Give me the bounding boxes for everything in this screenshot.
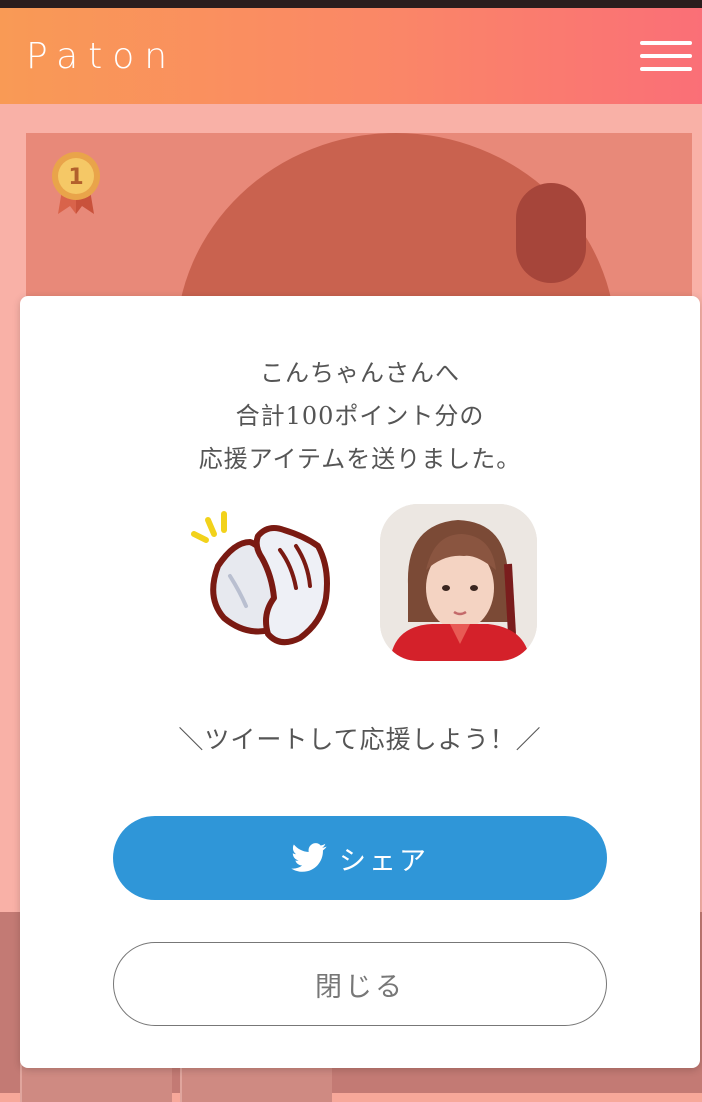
status-strip: [0, 0, 702, 8]
recipient-avatar: [380, 504, 537, 661]
item-thumbnail[interactable]: [20, 1062, 172, 1102]
message-line: 合計100ポイント分の: [235, 402, 485, 430]
hamburger-menu-icon[interactable]: [640, 41, 692, 79]
twitter-bird-icon: [291, 843, 327, 872]
message-line: 応援アイテムを送りました。: [198, 445, 522, 473]
tweet-prompt: ＼ツイートして応援しよう！／: [178, 725, 542, 754]
item-thumbnail[interactable]: [180, 1062, 332, 1102]
clapping-hands-icon: [188, 506, 333, 656]
close-button[interactable]: 閉じる: [113, 942, 607, 1026]
rank-badge-icon: 1: [48, 150, 104, 216]
rank-number: 1: [68, 165, 83, 190]
message-line: こんちゃんさんへ: [260, 359, 460, 387]
confirmation-message: こんちゃんさんへ 合計100ポイント分の 応援アイテムを送りました。: [20, 352, 700, 481]
share-button-label: シェア: [339, 845, 429, 877]
app-logo[interactable]: Paton: [26, 36, 177, 77]
share-button[interactable]: シェア: [113, 816, 607, 900]
close-button-label: 閉じる: [315, 971, 405, 1003]
app-header: Paton: [0, 8, 702, 104]
support-sent-dialog: こんちゃんさんへ 合計100ポイント分の 応援アイテムを送りました。 ＼ツイート…: [20, 296, 700, 1068]
